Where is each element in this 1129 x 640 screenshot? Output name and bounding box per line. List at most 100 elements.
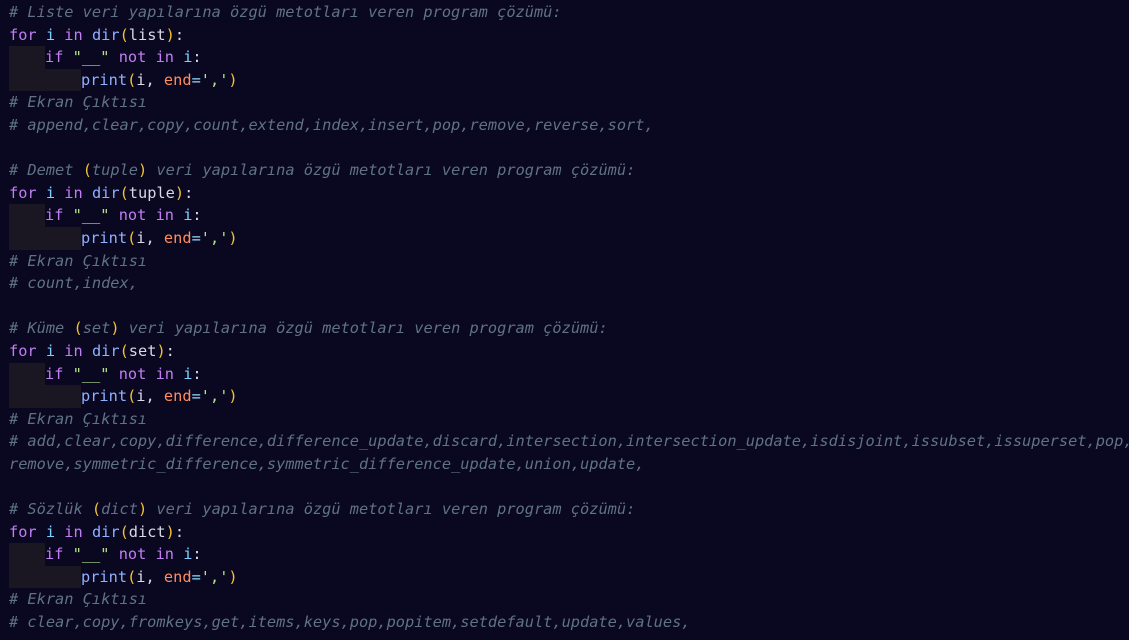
paren-close: ) (156, 341, 166, 360)
comment-type-name: tuple (91, 161, 138, 180)
indent-guide (9, 565, 81, 589)
output-label-comment: # Ekran Çıktısı (0, 408, 1129, 431)
comment-text: # append,clear,copy,count,extend,index,i… (9, 115, 654, 134)
equals-sign: = (191, 228, 201, 247)
for-loop-line: for i in dir(list): (0, 24, 1129, 47)
function-dir: dir (91, 341, 120, 360)
comment-text: # count,index, (9, 274, 138, 293)
keyword-for: for (9, 341, 37, 360)
comma: , (145, 387, 164, 406)
if-line: if "__" not in i: (0, 362, 1129, 386)
comment-paren: ( (73, 319, 83, 338)
comment-text: # Ekran Çıktısı (9, 409, 148, 428)
comment-text: # Liste veri yapılarına özgü metotları v… (9, 3, 562, 21)
section-header-comment: # Demet (tuple) veri yapılarına özgü met… (0, 159, 1129, 182)
comment-text: # Küme (9, 319, 74, 338)
output-label-comment: # Ekran Çıktısı (0, 588, 1129, 611)
keyword-not: not (118, 364, 147, 383)
output-comment: # clear,copy,fromkeys,get,items,keys,pop… (0, 611, 1129, 634)
string-literal: "__" (72, 545, 110, 564)
paren-close: ) (165, 25, 175, 44)
equals-sign: = (191, 567, 201, 586)
indent-guide (9, 226, 81, 250)
output-comment: remove,symmetric_difference,symmetric_di… (0, 453, 1129, 476)
string-literal: ',' (200, 387, 229, 406)
print-argument: i (136, 387, 146, 406)
for-loop-line: for i in dir(set): (0, 340, 1129, 363)
output-comment: # count,index, (0, 272, 1129, 295)
indent-guide (9, 385, 81, 408)
comment-text: # Demet (9, 161, 83, 180)
print-argument: i (136, 567, 146, 586)
comma: , (145, 567, 164, 586)
for-loop-line: for i in dir(dict): (0, 521, 1129, 544)
for-loop-line: for i in dir(tuple): (0, 182, 1129, 205)
code-editor[interactable]: # Liste veri yapılarına özgü metotları v… (0, 0, 1129, 640)
paren-close: ) (228, 567, 238, 586)
keyword-if: if (45, 545, 64, 564)
output-comment: # append,clear,copy,count,extend,index,i… (0, 114, 1129, 137)
function-dir: dir (91, 522, 120, 541)
output-label-comment: # Ekran Çıktısı (0, 250, 1129, 273)
keyword-in: in (64, 25, 83, 44)
output-comment: # add,clear,copy,difference,difference_u… (0, 430, 1129, 453)
paren-close: ) (228, 70, 238, 89)
comment-text: # Ekran Çıktısı (9, 590, 148, 609)
colon: : (192, 364, 202, 383)
keyword-for: for (9, 183, 37, 202)
keyword-if: if (45, 48, 64, 67)
paren-close: ) (228, 387, 238, 406)
string-literal: ',' (200, 567, 229, 586)
keyword-in: in (64, 341, 83, 360)
comment-text: # add,clear,copy,difference,difference_u… (9, 432, 1129, 451)
function-print: print (81, 387, 128, 406)
parameter-end: end (163, 567, 192, 586)
section-header-comment: # Sözlük (dict) veri yapılarına özgü met… (0, 498, 1129, 521)
paren-open: ( (127, 387, 137, 406)
string-literal: "__" (72, 206, 110, 225)
keyword-if: if (45, 364, 64, 383)
paren-open: ( (119, 522, 129, 541)
keyword-in: in (155, 48, 174, 67)
comment-text: # Ekran Çıktısı (9, 251, 148, 270)
paren-close: ) (165, 522, 175, 541)
string-literal: ',' (200, 70, 229, 89)
indent-guide (9, 204, 45, 227)
if-line: if "__" not in i: (0, 204, 1129, 227)
loop-variable: i (45, 522, 56, 541)
paren-close: ) (228, 228, 238, 247)
print-line: print(i, end=',') (0, 385, 1129, 408)
comment-text: veri yapılarına özgü metotları veren pro… (147, 500, 636, 519)
type-argument: set (128, 341, 157, 360)
colon: : (192, 545, 202, 564)
function-print: print (81, 567, 128, 586)
equals-sign: = (191, 387, 201, 406)
type-argument: dict (128, 522, 166, 541)
indent-guide (9, 543, 45, 566)
print-line: print(i, end=',') (0, 226, 1129, 250)
function-print: print (81, 228, 128, 247)
equals-sign: = (191, 70, 201, 89)
keyword-not: not (118, 48, 147, 67)
type-argument: list (128, 25, 166, 44)
